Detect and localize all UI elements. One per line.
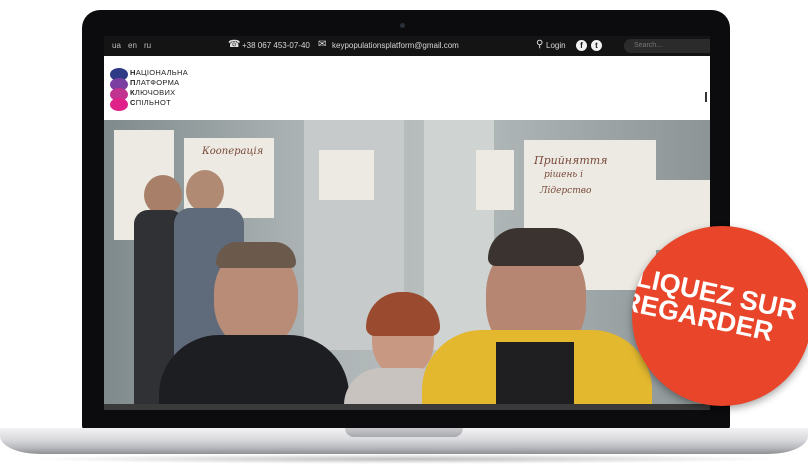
lang-en[interactable]: en [128,41,137,51]
person-hair [216,242,296,268]
laptop-lid: ua en ru ☎ +38 067 453-07-40 ✉ keypopula… [82,10,730,430]
logo-line: АЦІОНАЛЬНА [135,68,189,77]
logo-circle-4 [110,98,128,111]
email-link[interactable]: keypopulationsplatform@gmail.com [332,41,459,51]
top-bar: ua en ru ☎ +38 067 453-07-40 ✉ keypopula… [104,36,710,56]
facebook-icon[interactable]: f [576,40,587,51]
cta-badge[interactable]: CLIQUEZ SUR REGARDER [632,226,808,406]
logo-mark[interactable] [110,68,128,112]
phone-number[interactable]: +38 067 453-07-40 [242,41,310,51]
menu-icon[interactable] [705,92,710,102]
sign-text: Лідерство [540,186,592,196]
laptop-notch [345,428,463,437]
person-shirt [496,342,574,405]
person-body [159,335,349,405]
logo-line: ЛАТФОРМА [135,78,180,87]
lang-ua[interactable]: ua [112,41,121,51]
camera [400,23,405,28]
user-icon: ⚲ [536,39,544,50]
login-link[interactable]: Login [546,41,566,51]
sign-text: Кооперація [202,146,264,157]
person-head [144,175,182,215]
lang-ru[interactable]: ru [144,41,151,51]
laptop-shadow [20,454,788,464]
logo-line: ЛЮЧОВИХ [134,88,176,97]
mail-icon: ✉ [318,39,327,50]
badge-text: CLIQUEZ SUR REGARDER [632,258,808,359]
sign-text: рішень і [544,170,584,180]
search-input[interactable]: Search... [624,39,710,53]
flipchart-paper [319,150,374,200]
flipchart-paper [476,150,514,210]
person-head [186,170,224,212]
phone-icon: ☎ [228,39,241,50]
person-hair [488,228,584,266]
site-header: НАЦІОНАЛЬНА ПЛАТФОРМА КЛЮЧОВИХ СПІЛЬНОТ [104,56,710,120]
hero-photo: Кооперація Прийняття рішень і Лідерство [104,120,710,405]
website-screen: ua en ru ☎ +38 067 453-07-40 ✉ keypopula… [104,36,710,410]
logo-line: ПІЛЬНОТ [135,98,171,107]
sign-text: Прийняття [534,154,608,167]
screen-bottom-strip [104,404,710,410]
logo-text[interactable]: НАЦІОНАЛЬНА ПЛАТФОРМА КЛЮЧОВИХ СПІЛЬНОТ [130,68,188,108]
twitter-icon[interactable]: t [591,40,602,51]
